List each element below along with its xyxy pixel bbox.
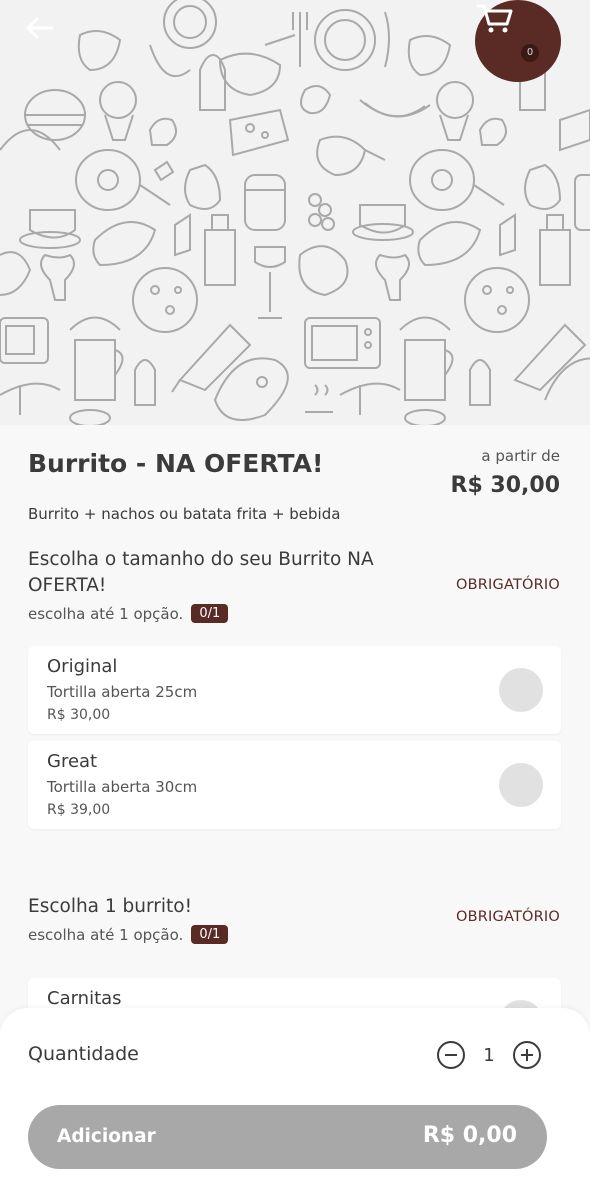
hero-image: 0 — [0, 0, 590, 425]
product-title: Burrito - NA OFERTA! — [28, 449, 324, 478]
group-burrito-hint: escolha até 1 opção. 0/1 — [28, 925, 229, 944]
choose-text: escolha até 1 opção. — [28, 604, 184, 623]
back-button[interactable] — [24, 16, 64, 52]
plus-circle-icon — [513, 1041, 541, 1069]
option-name: Carnitas — [47, 988, 122, 1009]
price-from-label: a partir de — [481, 447, 560, 465]
arrow-left-icon — [26, 17, 54, 39]
group-size-title: Escolha o tamanho do seu Burrito NA OFER… — [28, 549, 374, 596]
product-description: Burrito + nachos ou batata frita + bebid… — [28, 505, 341, 523]
quantity-stepper: 1 — [435, 1039, 543, 1071]
quantity-value: 1 — [483, 1044, 495, 1066]
cart-icon — [476, 4, 513, 33]
add-button-label: Adicionar — [57, 1126, 156, 1147]
group-burrito-title: Escolha 1 burrito! — [28, 896, 193, 917]
quantity-label: Quantidade — [28, 1043, 139, 1065]
group-size-hint: escolha até 1 opção. 0/1 — [28, 604, 229, 623]
add-button[interactable]: Adicionar R$ 0,00 — [28, 1105, 547, 1169]
option-radio[interactable] — [499, 668, 543, 712]
option-name: Great — [47, 751, 98, 772]
cart-count-badge: 0 — [521, 44, 539, 62]
option-radio[interactable] — [499, 763, 543, 807]
option-description: Tortilla aberta 30cm — [47, 778, 198, 796]
group-burrito-required-label: OBRIGATÓRIO — [456, 909, 560, 925]
option-description: Tortilla aberta 25cm — [47, 683, 198, 701]
option-price: R$ 30,00 — [47, 707, 111, 723]
product-price: R$ 30,00 — [450, 473, 561, 498]
add-to-cart-sheet: Quantidade 1 Adicionar R$ 0,00 — [0, 1008, 590, 1180]
selection-counter-badge: 0/1 — [191, 925, 229, 944]
cart-button[interactable]: 0 — [475, 0, 561, 82]
option-name: Original — [47, 656, 118, 677]
option-great[interactable]: Great Tortilla aberta 30cm R$ 39,00 — [28, 741, 561, 829]
group-size-required-label: OBRIGATÓRIO — [456, 577, 560, 593]
selection-counter-badge: 0/1 — [191, 604, 229, 623]
choose-text: escolha até 1 opção. — [28, 925, 184, 944]
option-price: R$ 39,00 — [47, 802, 111, 818]
decrease-quantity-button[interactable] — [435, 1039, 467, 1071]
add-button-price: R$ 0,00 — [422, 1123, 517, 1148]
increase-quantity-button[interactable] — [511, 1039, 543, 1071]
minus-circle-icon — [437, 1041, 465, 1069]
option-original[interactable]: Original Tortilla aberta 25cm R$ 30,00 — [28, 646, 561, 734]
